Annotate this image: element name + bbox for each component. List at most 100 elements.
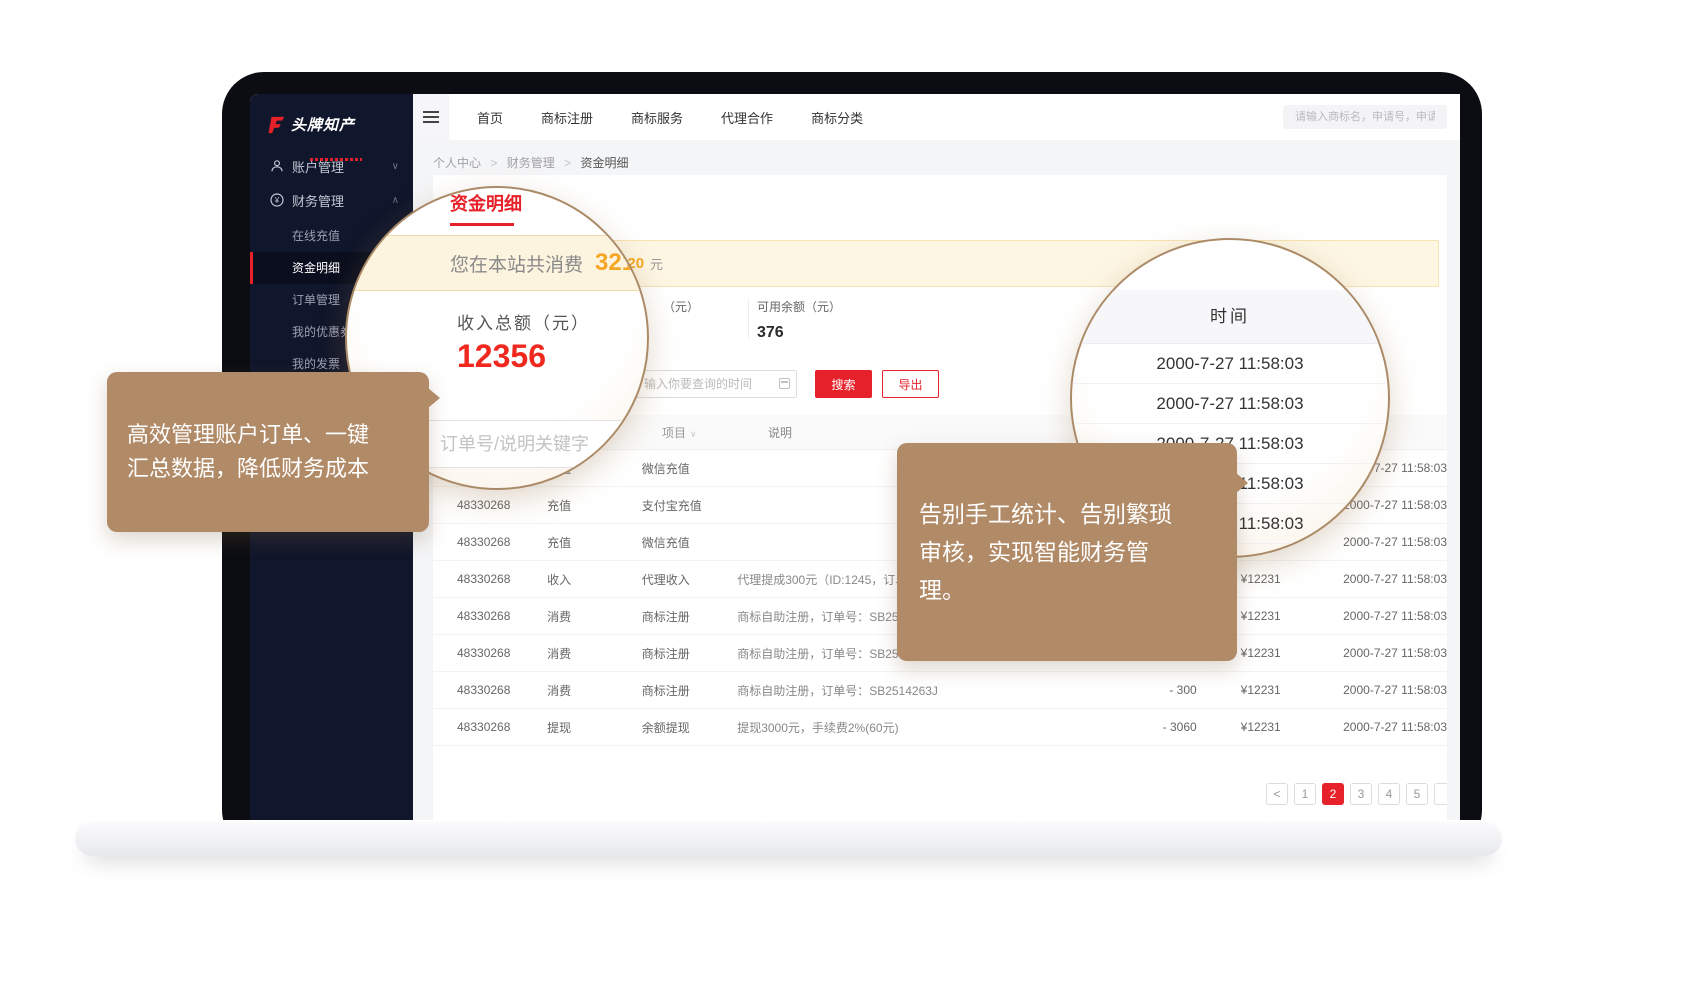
- nav-item-trademark-service[interactable]: 商标服务: [631, 108, 683, 127]
- magnified-tab-funds-detail: 资金明细: [450, 190, 522, 226]
- pagination-next-button-clipped[interactable]: [1434, 783, 1447, 805]
- pagination-page-3[interactable]: 3: [1350, 783, 1372, 805]
- cell-time: 2000-7-27 11:58:03: [1291, 609, 1447, 623]
- export-button[interactable]: 导出: [882, 370, 939, 398]
- callout-left-text: 高效管理账户订单、一键 汇总数据，降低财务成本: [127, 422, 369, 481]
- table-row: 48330268 提现 余额提现 提现3000元，手续费2%(60元) - 30…: [433, 709, 1447, 746]
- nav-items: 首页 商标注册 商标服务 代理合作 商标分类: [477, 94, 863, 140]
- svg-text:¥: ¥: [274, 196, 280, 205]
- sort-caret-icon: ∨: [690, 429, 697, 439]
- breadcrumb: 个人中心 > 财务管理 > 资金明细: [433, 154, 628, 171]
- calendar-icon[interactable]: [779, 378, 790, 389]
- magnified-time-column-header: 时间: [1072, 290, 1388, 344]
- finance-icon: ¥: [270, 193, 284, 207]
- cell-project: 微信充值: [642, 460, 738, 477]
- magnified-time-cell: 2000-7-27 11:58:03: [1072, 384, 1388, 424]
- breadcrumb-part[interactable]: 个人中心: [433, 156, 481, 170]
- brand-name: 头牌知产: [291, 114, 355, 135]
- cell-balance: ¥12231: [1197, 683, 1291, 697]
- cell-amount: - 3060: [1080, 720, 1197, 734]
- breadcrumb-current: 资金明细: [580, 156, 628, 170]
- stat-available-value: 376: [757, 324, 841, 342]
- cell-time: 2000-7-27 11:58:03: [1291, 683, 1447, 697]
- cell-type: 消费: [547, 645, 642, 662]
- callout-right: 告别手工统计、告别繁琐 审核，实现智能财务管 理。: [897, 443, 1237, 661]
- callout-arrow-right-icon: [428, 388, 440, 408]
- cell-order: 48330268: [433, 498, 547, 512]
- callout-right-text: 告别手工统计、告别繁琐 审核，实现智能财务管 理。: [919, 501, 1172, 603]
- stat-available-balance: 可用余额（元） 376: [757, 298, 841, 342]
- cell-type: 消费: [547, 682, 642, 699]
- sidebar-item-label: 账户管理: [292, 157, 344, 176]
- cell-type: 提现: [547, 719, 642, 736]
- breadcrumb-separator: >: [490, 156, 497, 170]
- pagination-page-1[interactable]: 1: [1294, 783, 1316, 805]
- pagination-page-5[interactable]: 5: [1406, 783, 1428, 805]
- user-icon: [270, 159, 284, 173]
- cell-type: 充值: [547, 497, 642, 514]
- sidebar-item-account-management[interactable]: 账户管理 ∨: [250, 150, 413, 182]
- cell-project: 支付宝充值: [642, 497, 738, 514]
- magnified-time-cell: 2000-7-27 11:58:03: [1072, 344, 1388, 384]
- cell-amount: - 300: [1080, 683, 1197, 697]
- cell-type: 充值: [547, 534, 642, 551]
- cell-order: 48330268: [433, 720, 547, 734]
- stat-middle-label: （元）: [663, 298, 699, 315]
- pagination-page-2-active[interactable]: 2: [1322, 783, 1344, 805]
- trademark-search-input[interactable]: [1283, 105, 1447, 129]
- magnified-consumption-banner: 您在本站共消费 32124: [345, 235, 649, 291]
- cell-project: 商标注册: [642, 645, 738, 662]
- laptop-base: [75, 820, 1502, 856]
- pagination-prev-button[interactable]: <: [1266, 783, 1288, 805]
- chevron-down-icon: ∨: [392, 161, 399, 172]
- search-button[interactable]: 搜索: [815, 370, 872, 398]
- cell-desc: 提现3000元，手续费2%(60元): [737, 719, 1079, 736]
- laptop-mockup: 头牌知产 账户管理 ∨ ¥ 财务管理 ∧ 在线充值 资金明细 订单管理 我的优惠…: [0, 0, 1696, 1002]
- cell-order: 48330268: [433, 572, 547, 586]
- cell-type: 收入: [547, 571, 642, 588]
- callout-arrow-right-icon: [1236, 473, 1248, 493]
- nav-item-trademark-register[interactable]: 商标注册: [541, 108, 593, 127]
- chevron-up-icon: ∧: [392, 195, 399, 206]
- banner-unit: 元: [650, 254, 663, 273]
- pagination-page-4[interactable]: 4: [1378, 783, 1400, 805]
- hamburger-menu-button[interactable]: [413, 94, 449, 140]
- cell-order: 48330268: [433, 609, 547, 623]
- stat-available-label: 可用余额（元）: [757, 298, 841, 315]
- sidebar-item-label: 财务管理: [292, 191, 344, 210]
- cell-desc: 商标自助注册，订单号：SB2514263J: [737, 682, 1079, 699]
- cell-project: 商标注册: [642, 608, 738, 625]
- stat-divider: [748, 299, 749, 339]
- cell-project: 代理收入: [642, 571, 738, 588]
- cell-time: 2000-7-27 11:58:03: [1291, 572, 1447, 586]
- magnified-income-value: 12356: [457, 338, 546, 375]
- top-navigation: 首页 商标注册 商标服务 代理合作 商标分类: [413, 94, 1460, 140]
- callout-left: 高效管理账户订单、一键 汇总数据，降低财务成本: [107, 372, 429, 532]
- nav-item-agent-cooperation[interactable]: 代理合作: [721, 108, 773, 127]
- cell-time: 2000-7-27 11:58:03: [1291, 720, 1447, 734]
- pagination: < 1 2 3 4 5: [1266, 783, 1447, 805]
- magnified-income-label: 收入总额（元）: [457, 309, 590, 334]
- cell-balance: ¥12231: [1197, 720, 1291, 734]
- magnified-keyword-input: 订单号/说明关键字: [419, 420, 649, 468]
- magnified-banner-prefix: 您在本站共消费: [450, 250, 583, 277]
- cell-type: 消费: [547, 608, 642, 625]
- cell-time: 2000-7-27 11:58:03: [1291, 646, 1447, 660]
- column-header-project[interactable]: 项目∨: [662, 424, 768, 441]
- magnified-banner-amount: 32124: [595, 249, 649, 277]
- breadcrumb-part[interactable]: 财务管理: [507, 156, 555, 170]
- breadcrumb-separator: >: [564, 156, 571, 170]
- cell-order: 48330268: [433, 535, 547, 549]
- cell-project: 微信充值: [642, 534, 738, 551]
- nav-item-home[interactable]: 首页: [477, 108, 503, 127]
- brand-logo-icon: [268, 116, 286, 134]
- cell-project: 余额提现: [642, 719, 738, 736]
- cell-order: 48330268: [433, 683, 547, 697]
- cell-order: 48330268: [433, 646, 547, 660]
- time-filter-input[interactable]: [633, 370, 797, 398]
- brand-logo[interactable]: 头牌知产: [268, 114, 355, 135]
- nav-item-trademark-category[interactable]: 商标分类: [811, 108, 863, 127]
- table-row: 48330268 消费 商标注册 商标自助注册，订单号：SB2514263J -…: [433, 672, 1447, 709]
- cell-project: 商标注册: [642, 682, 738, 699]
- sidebar-item-finance-management[interactable]: ¥ 财务管理 ∧: [250, 184, 413, 216]
